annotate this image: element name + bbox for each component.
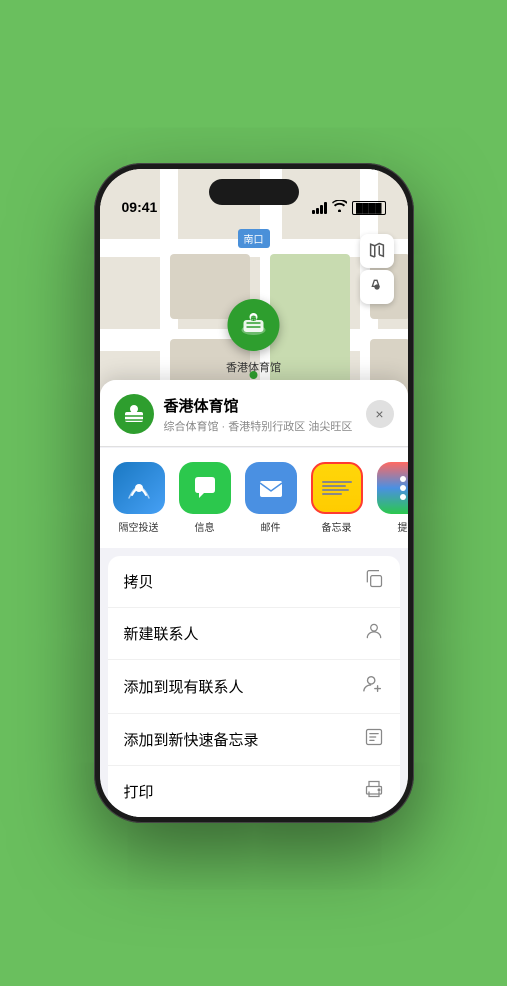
action-new-contact-label: 新建联系人 — [124, 623, 199, 644]
map-type-button[interactable] — [360, 234, 394, 268]
status-time: 09:41 — [122, 199, 158, 215]
action-copy[interactable]: 拷贝 — [108, 556, 400, 608]
venue-info: 香港体育馆 综合体育馆 · 香港特别行政区 油尖旺区 — [164, 395, 356, 434]
action-new-contact[interactable]: 新建联系人 — [108, 608, 400, 660]
add-contact-icon — [362, 673, 384, 700]
mail-label: 邮件 — [261, 519, 281, 534]
battery-icon: ████ — [352, 201, 386, 215]
venue-name: 香港体育馆 — [164, 395, 356, 416]
share-item-more[interactable]: 提 — [374, 462, 408, 534]
note-line-2 — [322, 485, 346, 487]
share-item-notes[interactable]: 备忘录 — [308, 462, 366, 534]
quick-note-icon — [364, 727, 384, 752]
share-item-messages[interactable]: 信息 — [176, 462, 234, 534]
bottom-sheet: 香港体育馆 综合体育馆 · 香港特别行政区 油尖旺区 × 隔 — [100, 380, 408, 817]
mail-icon — [245, 462, 297, 514]
action-quick-note[interactable]: 添加到新快速备忘录 — [108, 714, 400, 766]
phone-frame: 09:41 ████ — [94, 163, 414, 823]
note-line-1 — [322, 481, 352, 483]
action-print[interactable]: 打印 — [108, 766, 400, 817]
share-item-airdrop[interactable]: 隔空投送 — [110, 462, 168, 534]
action-print-label: 打印 — [124, 781, 154, 802]
status-icons: ████ — [312, 200, 386, 215]
wifi-icon — [332, 200, 347, 215]
notes-icon — [311, 462, 363, 514]
venue-description: 综合体育馆 · 香港特别行政区 油尖旺区 — [164, 418, 356, 434]
share-row: 隔空投送 信息 — [100, 448, 408, 548]
pin-dot — [250, 371, 258, 379]
map-controls — [360, 234, 394, 304]
map-label: 南口 — [238, 229, 270, 248]
note-line-4 — [322, 493, 342, 495]
print-icon — [364, 779, 384, 804]
notes-lines-decoration — [319, 477, 355, 499]
dynamic-island — [209, 179, 299, 205]
action-list: 拷贝 新建联系人 添加到现有联系人 — [108, 556, 400, 817]
airdrop-label: 隔空投送 — [119, 519, 159, 534]
signal-icon — [312, 202, 327, 214]
location-button[interactable] — [360, 270, 394, 304]
phone-screen: 09:41 ████ — [100, 169, 408, 817]
airdrop-icon — [113, 462, 165, 514]
svg-text:🏟: 🏟 — [250, 315, 256, 322]
more-label: 提 — [398, 519, 408, 534]
messages-label: 信息 — [195, 519, 215, 534]
copy-icon — [364, 569, 384, 594]
action-add-contact-label: 添加到现有联系人 — [124, 676, 244, 697]
action-add-contact[interactable]: 添加到现有联系人 — [108, 660, 400, 714]
close-button[interactable]: × — [366, 400, 394, 428]
messages-icon — [179, 462, 231, 514]
share-item-mail[interactable]: 邮件 — [242, 462, 300, 534]
venue-header-icon — [114, 394, 154, 434]
pin-circle: 🏟 — [228, 299, 280, 351]
more-icon — [377, 462, 408, 514]
new-contact-icon — [364, 621, 384, 646]
action-copy-label: 拷贝 — [124, 571, 154, 592]
action-quick-note-label: 添加到新快速备忘录 — [124, 729, 259, 750]
notes-label: 备忘录 — [322, 519, 352, 534]
venue-header: 香港体育馆 综合体育馆 · 香港特别行政区 油尖旺区 × — [100, 380, 408, 447]
venue-pin[interactable]: 🏟 香港体育馆 — [226, 299, 281, 375]
note-line-3 — [322, 489, 349, 491]
